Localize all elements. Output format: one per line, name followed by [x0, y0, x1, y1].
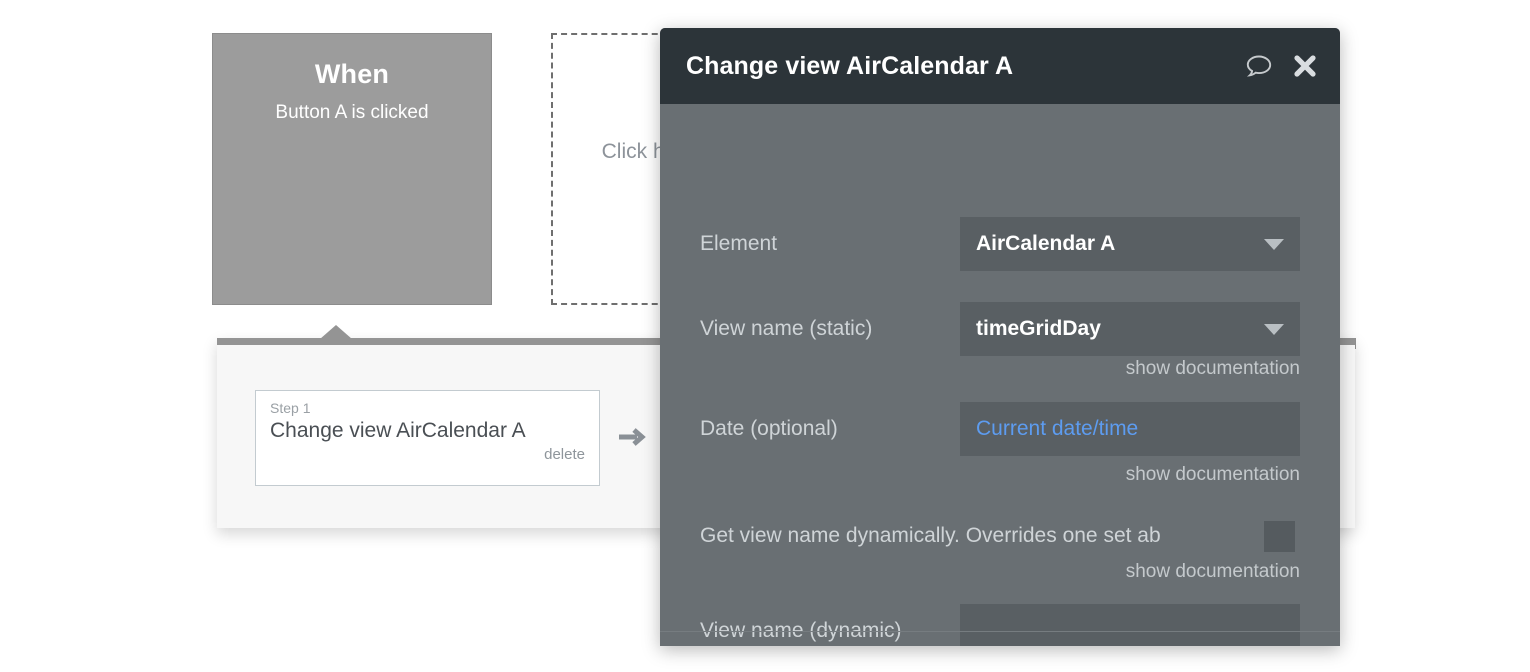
- chevron-down-icon: [1264, 238, 1284, 250]
- show-documentation-link-view-name-static[interactable]: show documentation: [960, 358, 1300, 380]
- workflow-panel-pointer: [320, 325, 352, 339]
- view-name-static-dropdown[interactable]: timeGridDay: [960, 302, 1300, 356]
- chevron-down-icon: [1264, 323, 1284, 335]
- date-expression-field[interactable]: Current date/time: [960, 402, 1300, 456]
- get-view-name-dynamically-label: Get view name dynamically. Overrides one…: [700, 524, 1161, 547]
- step-number-label: Step 1: [270, 400, 311, 416]
- workflow-canvas: When Button A is clicked Click here to a…: [0, 0, 1530, 672]
- get-view-name-dynamically-checkbox[interactable]: [1264, 521, 1295, 552]
- element-dropdown-value: AirCalendar A: [976, 232, 1116, 255]
- workflow-step-card[interactable]: Step 1 Change view AirCalendar A delete: [255, 390, 600, 486]
- property-row-get-view-name-dynamically: Get view name dynamically. Overrides one…: [660, 509, 1340, 563]
- step-title-label: Change view AirCalendar A: [270, 419, 526, 443]
- show-documentation-link-get-view-name[interactable]: show documentation: [960, 561, 1300, 583]
- when-block-title: When: [314, 59, 390, 89]
- view-name-static-value: timeGridDay: [976, 317, 1101, 340]
- close-icon[interactable]: [1292, 53, 1318, 79]
- property-panel-header: Change view AirCalendar A: [660, 28, 1340, 104]
- property-editor-panel: Change view AirCalendar A Element AirCal…: [660, 28, 1340, 646]
- when-event-block[interactable]: When Button A is clicked: [212, 33, 492, 305]
- arrow-right-icon: [615, 420, 649, 454]
- view-name-static-label: View name (static): [700, 317, 873, 340]
- date-expression-value: Current date/time: [976, 417, 1139, 440]
- property-panel-title: Change view AirCalendar A: [686, 51, 1014, 80]
- speech-bubble-icon[interactable]: [1244, 51, 1274, 81]
- element-label: Element: [700, 232, 778, 255]
- step-delete-link[interactable]: delete: [270, 446, 585, 463]
- property-panel-body: Element AirCalendar A View name (static)…: [660, 104, 1340, 646]
- property-row-view-name-static: View name (static) timeGridDay: [660, 302, 1340, 356]
- panel-divider: [660, 631, 1340, 632]
- show-documentation-link-date[interactable]: show documentation: [960, 464, 1300, 486]
- date-label: Date (optional): [700, 417, 838, 440]
- property-row-element: Element AirCalendar A: [660, 217, 1340, 271]
- element-dropdown[interactable]: AirCalendar A: [960, 217, 1300, 271]
- view-name-dynamic-field[interactable]: [960, 604, 1300, 646]
- property-row-date: Date (optional) Current date/time: [660, 402, 1340, 456]
- when-block-subtitle: Button A is clicked: [275, 101, 429, 123]
- property-row-view-name-dynamic: View name (dynamic): [660, 604, 1340, 646]
